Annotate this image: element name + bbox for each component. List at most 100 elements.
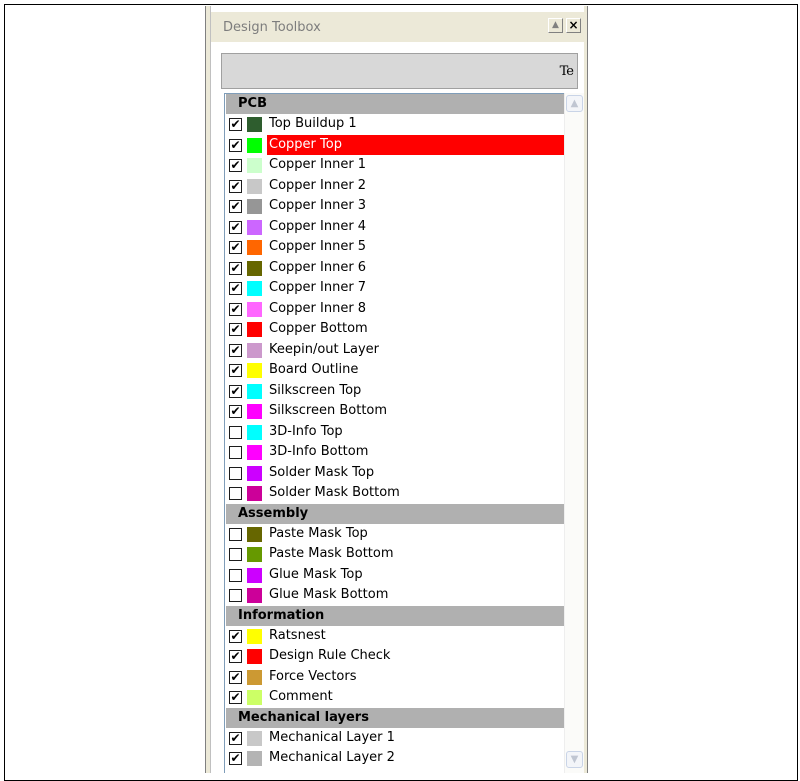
layer-color-swatch[interactable]: [247, 567, 262, 583]
layer-visibility-checkbox[interactable]: [229, 548, 242, 561]
layer-visibility-checkbox[interactable]: ✔: [229, 282, 242, 295]
layer-visibility-checkbox[interactable]: [229, 446, 242, 459]
layer-visibility-checkbox[interactable]: [229, 589, 242, 602]
layer-row[interactable]: ✔ Copper Inner 2: [226, 176, 564, 197]
layer-label: Board Outline: [269, 362, 359, 377]
layer-row[interactable]: ✔ Copper Top: [226, 134, 566, 156]
layer-visibility-checkbox[interactable]: ✔: [229, 384, 242, 398]
layer-color-swatch[interactable]: [247, 363, 262, 378]
layer-visibility-checkbox[interactable]: ✔: [229, 261, 242, 275]
layer-row[interactable]: Glue Mask Bottom: [226, 585, 564, 606]
layer-color-swatch[interactable]: [247, 588, 262, 603]
layer-label: Copper Inner 5: [269, 239, 367, 254]
layer-visibility-checkbox[interactable]: ✔: [229, 241, 242, 254]
layer-row[interactable]: ✔ Copper Inner 6: [226, 258, 564, 279]
layer-row[interactable]: 3D-Info Top: [226, 422, 564, 443]
layer-color-swatch[interactable]: [247, 424, 262, 440]
layer-row[interactable]: ✔ Force Vectors: [226, 667, 564, 688]
scroll-down-button[interactable]: ▼: [566, 751, 583, 768]
layer-row[interactable]: ✔ Keepin/out Layer: [226, 340, 564, 361]
layer-visibility-checkbox[interactable]: ✔: [229, 670, 242, 684]
layer-color-swatch[interactable]: [247, 322, 262, 337]
layer-row[interactable]: ✔ Silkscreen Top: [226, 381, 564, 402]
layer-color-swatch[interactable]: [247, 649, 262, 664]
layer-color-swatch[interactable]: [247, 547, 262, 562]
layer-color-swatch[interactable]: [247, 117, 262, 132]
panel-resize-edge[interactable]: [205, 6, 211, 773]
layer-row[interactable]: Paste Mask Top: [226, 524, 564, 545]
layer-color-swatch[interactable]: [247, 404, 262, 419]
layer-row[interactable]: ✔ Comment: [226, 687, 564, 708]
layer-color-swatch[interactable]: [247, 669, 262, 685]
layer-color-swatch[interactable]: [247, 751, 262, 766]
layer-row[interactable]: ✔ Top Buildup 1: [226, 114, 564, 135]
layer-row[interactable]: Glue Mask Top: [226, 565, 564, 586]
layer-row[interactable]: ✔ Mechanical Layer 2: [226, 748, 564, 769]
layer-color-swatch[interactable]: [247, 690, 262, 705]
layer-row[interactable]: ✔ Copper Inner 7: [226, 278, 564, 299]
layer-row[interactable]: ✔ Design Rule Check: [226, 646, 564, 667]
autohide-button[interactable]: ▲: [548, 18, 563, 33]
layer-visibility-checkbox[interactable]: ✔: [229, 405, 242, 418]
vertical-scrollbar[interactable]: ▲ ▼: [564, 93, 584, 773]
layer-visibility-checkbox[interactable]: ✔: [229, 650, 242, 663]
layer-visibility-checkbox[interactable]: [229, 425, 242, 439]
layer-visibility-checkbox[interactable]: ✔: [229, 118, 242, 131]
layer-row[interactable]: ✔ Copper Bottom: [226, 319, 564, 340]
layer-color-swatch[interactable]: [247, 240, 262, 255]
layer-row[interactable]: 3D-Info Bottom: [226, 442, 564, 463]
layer-color-swatch[interactable]: [247, 628, 262, 644]
layer-row[interactable]: ✔ Copper Inner 1: [226, 155, 564, 176]
layer-visibility-checkbox[interactable]: [229, 527, 242, 541]
layer-color-swatch[interactable]: [247, 260, 262, 276]
layer-row[interactable]: ✔ Board Outline: [226, 360, 564, 381]
layer-color-swatch[interactable]: [247, 526, 262, 542]
layer-row[interactable]: ✔ Copper Inner 4: [226, 217, 564, 238]
layer-color-swatch[interactable]: [247, 281, 262, 296]
layer-color-swatch[interactable]: [247, 199, 262, 214]
layer-row[interactable]: Solder Mask Top: [226, 463, 564, 484]
layer-color-swatch[interactable]: [247, 158, 262, 173]
layer-color-swatch[interactable]: [247, 486, 262, 501]
layer-list-content: PCB ✔ Top Buildup 1 ✔ Copper Top ✔ Copper Inne…: [226, 94, 566, 769]
layer-visibility-checkbox[interactable]: ✔: [229, 323, 242, 336]
layer-visibility-checkbox[interactable]: ✔: [229, 200, 242, 213]
layer-color-swatch[interactable]: [247, 137, 262, 153]
layer-visibility-checkbox[interactable]: ✔: [229, 302, 242, 316]
layer-color-swatch[interactable]: [247, 445, 262, 460]
layer-label: Mechanical Layer 1: [269, 729, 395, 745]
layer-color-swatch[interactable]: [247, 178, 262, 194]
layer-row[interactable]: ✔ Copper Inner 5: [226, 237, 564, 258]
layer-row[interactable]: Solder Mask Bottom: [226, 483, 564, 504]
layer-visibility-checkbox[interactable]: ✔: [229, 159, 242, 172]
layer-row[interactable]: ✔ Mechanical Layer 1: [226, 728, 564, 749]
layer-visibility-checkbox[interactable]: ✔: [229, 629, 242, 643]
layer-visibility-checkbox[interactable]: ✔: [229, 343, 242, 357]
layer-row[interactable]: Paste Mask Bottom: [226, 544, 564, 565]
layer-color-swatch[interactable]: [247, 342, 262, 358]
layer-row[interactable]: ✔ Copper Inner 3: [226, 196, 564, 217]
scroll-up-button[interactable]: ▲: [566, 95, 583, 112]
layer-row[interactable]: ✔ Copper Inner 8: [226, 299, 564, 320]
panel-titlebar[interactable]: Design Toolbox ▲ ×: [211, 12, 584, 42]
layer-visibility-checkbox[interactable]: ✔: [229, 364, 242, 377]
layer-visibility-checkbox[interactable]: [229, 466, 242, 480]
layer-visibility-checkbox[interactable]: ✔: [229, 691, 242, 704]
layer-color-swatch[interactable]: [247, 301, 262, 317]
layer-visibility-checkbox[interactable]: ✔: [229, 179, 242, 193]
layer-color-swatch[interactable]: [247, 383, 262, 399]
layer-row[interactable]: ✔ Silkscreen Bottom: [226, 401, 564, 422]
layer-visibility-checkbox[interactable]: ✔: [229, 752, 242, 765]
layer-visibility-checkbox[interactable]: ✔: [229, 731, 242, 745]
layer-color-swatch[interactable]: [247, 730, 262, 746]
layer-color-swatch[interactable]: [247, 219, 262, 235]
layer-visibility-checkbox[interactable]: ✔: [229, 220, 242, 234]
layer-visibility-checkbox[interactable]: [229, 568, 242, 582]
layer-list[interactable]: PCB ✔ Top Buildup 1 ✔ Copper Top ✔ Copper Inne…: [224, 93, 584, 773]
text-tool-icon[interactable]: Te: [560, 64, 574, 79]
layer-color-swatch[interactable]: [247, 465, 262, 481]
layer-visibility-checkbox[interactable]: ✔: [229, 138, 242, 152]
layer-row[interactable]: ✔ Ratsnest: [226, 626, 564, 647]
close-button[interactable]: ×: [566, 18, 581, 33]
layer-visibility-checkbox[interactable]: [229, 487, 242, 500]
